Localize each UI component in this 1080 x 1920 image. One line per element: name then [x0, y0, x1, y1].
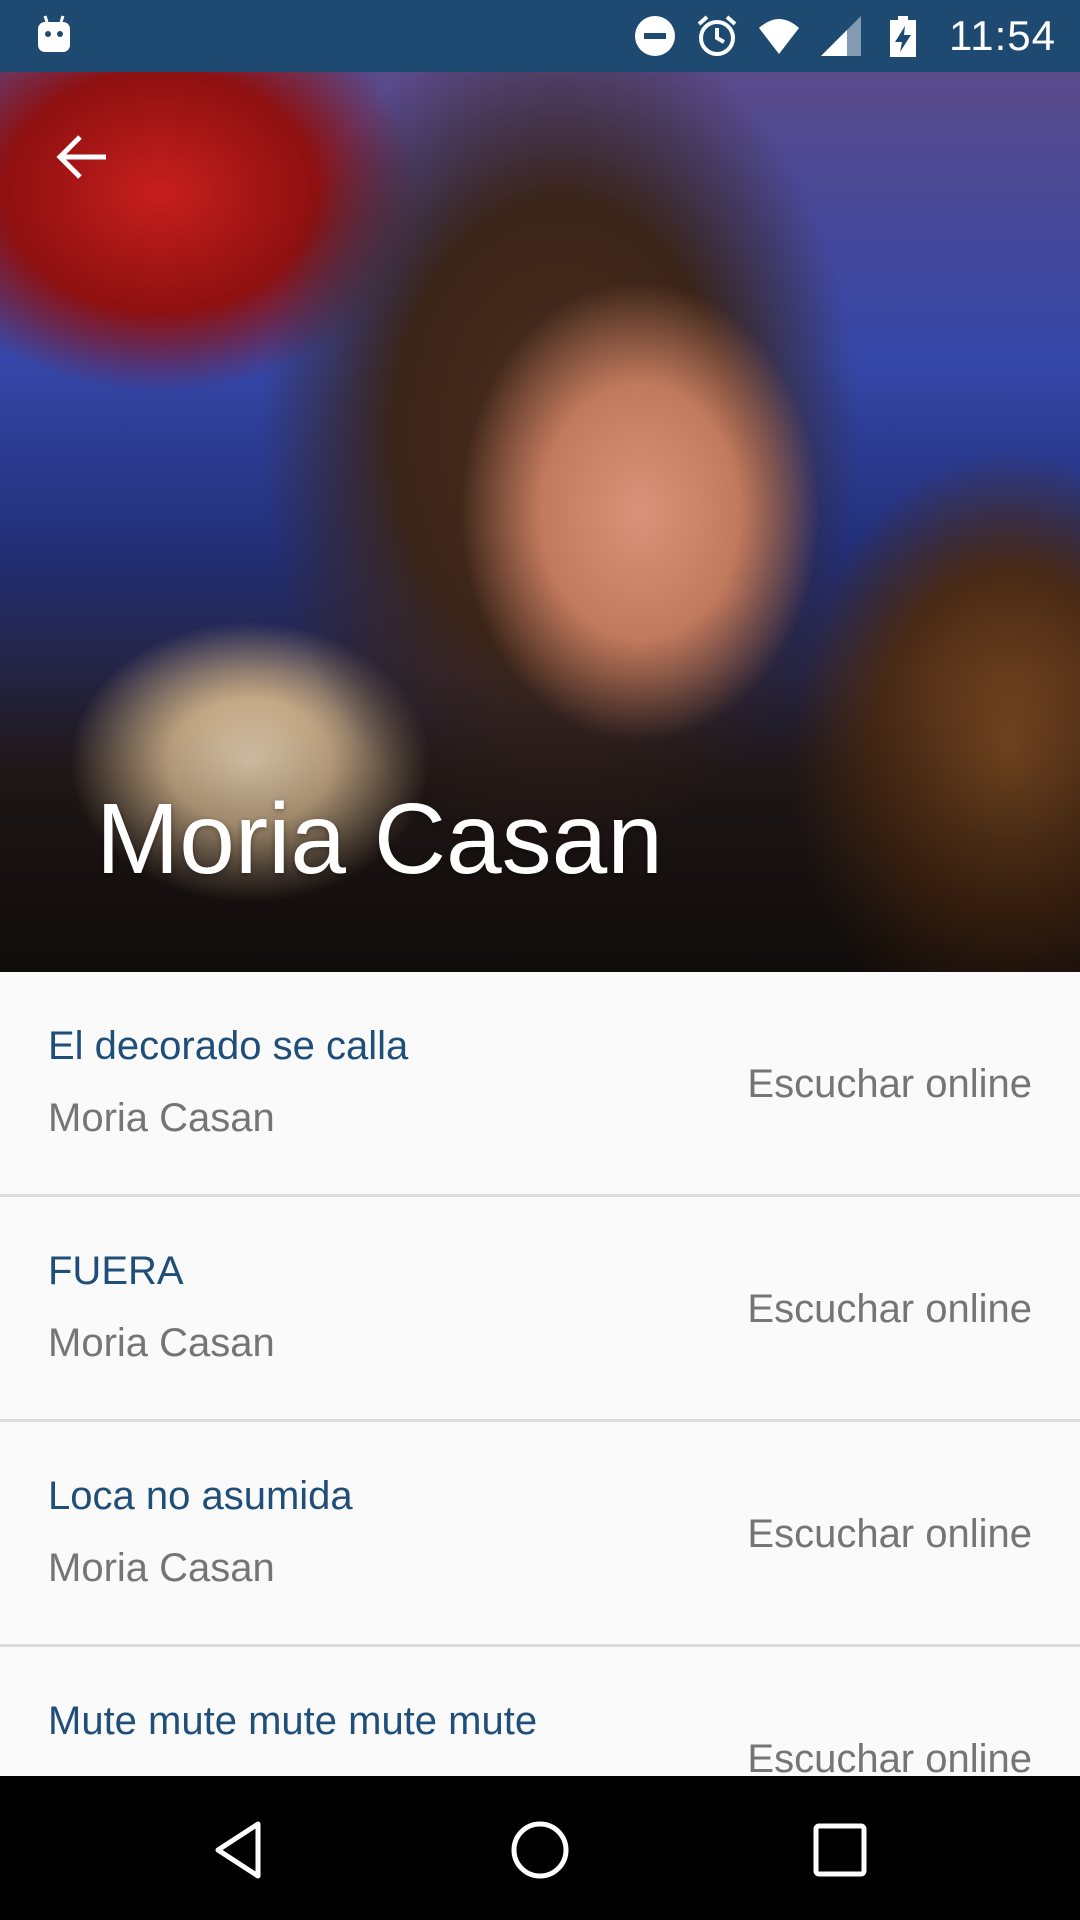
- track-title: Mute mute mute mute mute: [48, 1699, 538, 1743]
- status-clock: 11:54: [949, 12, 1056, 59]
- system-nav-bar: [0, 1776, 1080, 1920]
- track-row[interactable]: FUERA Moria Casan Escuchar online: [0, 1197, 1080, 1422]
- arrow-back-icon[interactable]: [52, 127, 112, 187]
- android-notification-icon: [38, 15, 70, 52]
- listen-online-button[interactable]: Escuchar online: [747, 1512, 1032, 1557]
- track-row[interactable]: Loca no asumida Moria Casan Escuchar onl…: [0, 1422, 1080, 1647]
- do-not-disturb-icon: [635, 16, 675, 56]
- home-circle-icon[interactable]: [508, 1818, 572, 1882]
- back-triangle-icon[interactable]: [208, 1818, 272, 1882]
- track-title: Loca no asumida: [48, 1474, 353, 1518]
- status-bar: 11:54: [0, 0, 1080, 72]
- signal-icon: [821, 16, 861, 56]
- artist-hero-image: Moria Casan: [0, 72, 1080, 972]
- track-artist: Moria Casan: [48, 1321, 275, 1365]
- listen-online-button[interactable]: Escuchar online: [747, 1287, 1032, 1332]
- track-title: El decorado se calla: [48, 1024, 409, 1068]
- listen-online-button[interactable]: Escuchar online: [747, 1062, 1032, 1107]
- alarm-icon: [697, 15, 737, 56]
- artist-name-title: Moria Casan: [96, 783, 663, 895]
- track-artist: Moria Casan: [48, 1096, 275, 1140]
- track-list: El decorado se calla Moria Casan Escucha…: [0, 972, 1080, 1872]
- wifi-icon: [759, 19, 799, 54]
- recents-square-icon[interactable]: [808, 1818, 872, 1882]
- track-title: FUERA: [48, 1249, 184, 1293]
- screen: 11:54 Moria Casan El decorado se calla M…: [0, 0, 1080, 1920]
- track-artist: Moria Casan: [48, 1546, 275, 1590]
- battery-charging-icon: [890, 16, 916, 57]
- track-row[interactable]: El decorado se calla Moria Casan Escucha…: [0, 972, 1080, 1197]
